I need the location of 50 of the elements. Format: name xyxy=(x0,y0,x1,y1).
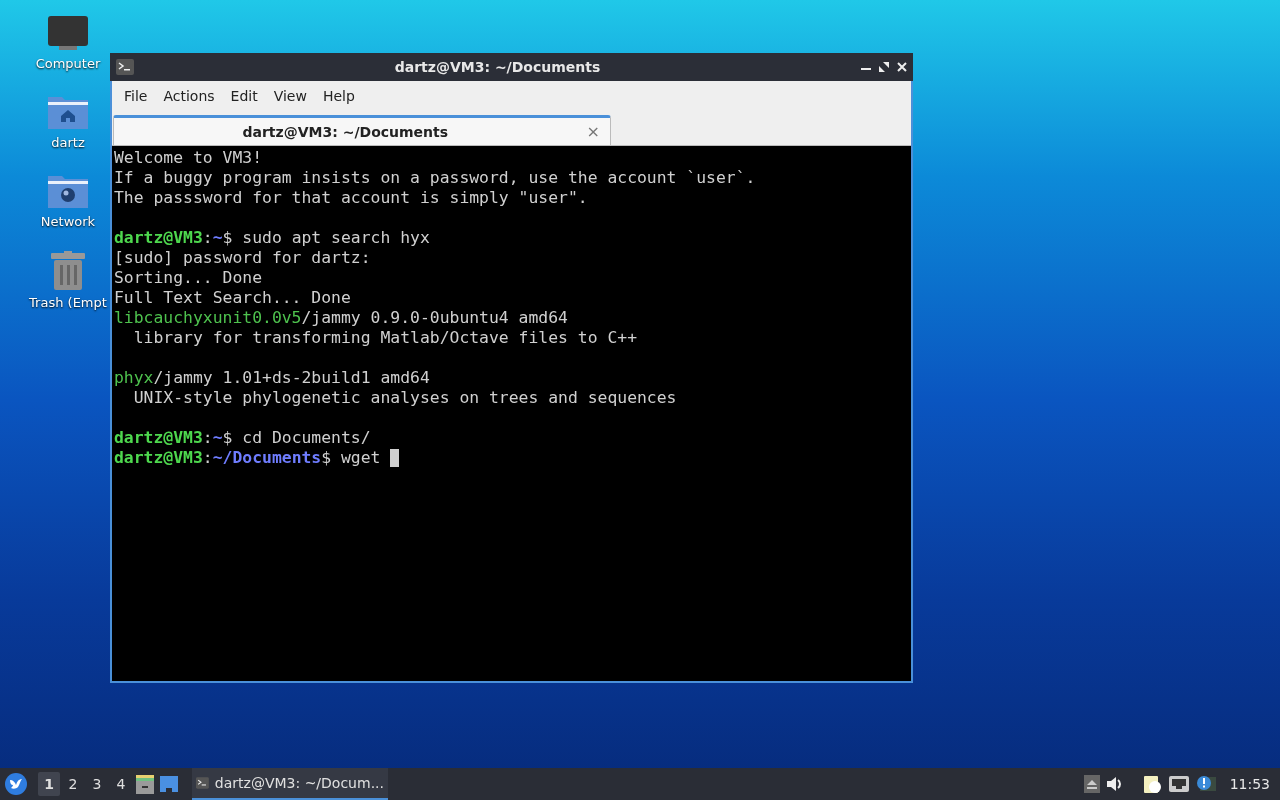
menu-item[interactable]: Edit xyxy=(222,88,266,104)
package-name: phyx xyxy=(114,368,154,388)
prompt-user: dartz@VM3 xyxy=(114,228,203,248)
menu-item[interactable]: File xyxy=(116,88,156,104)
tab-close-button[interactable]: × xyxy=(576,122,610,141)
terminal-text: $ sudo apt search hyx xyxy=(222,228,430,248)
terminal-text: $ wget xyxy=(321,448,382,468)
terminal-text: UNIX-style phylogenetic analyses on trees and sequences xyxy=(132,388,677,408)
prompt-user: dartz@VM3 xyxy=(114,428,203,448)
monitor-icon xyxy=(47,14,89,52)
desktop-icon-label[interactable]: Network xyxy=(40,214,96,229)
clock[interactable]: 11:53 xyxy=(1219,776,1276,792)
start-menu-icon[interactable] xyxy=(4,772,28,796)
terminal-text: : xyxy=(202,448,213,468)
terminal-text: [sudo] password for dartz: xyxy=(114,248,371,268)
terminal-text: library for transforming Matlab/Octave files to C++ xyxy=(132,328,637,348)
package-name: libcauchyxunit0.0v5 xyxy=(114,308,302,328)
terminal-text: : xyxy=(202,228,213,248)
eject-icon[interactable] xyxy=(1081,773,1102,795)
menu-item[interactable]: View xyxy=(265,88,315,104)
maximize-icon[interactable] xyxy=(879,62,889,72)
workspace-button[interactable]: 4 xyxy=(110,772,132,796)
show-desktop-icon[interactable] xyxy=(158,773,180,795)
file-cabinet-icon[interactable] xyxy=(134,773,156,795)
terminal-text: Sorting... Done xyxy=(114,268,263,288)
close-icon[interactable] xyxy=(897,62,907,72)
workspace-button[interactable]: 2 xyxy=(62,772,84,796)
taskbar-task-button[interactable]: dartz@VM3: ~/Docum... xyxy=(192,768,388,800)
tab-label: dartz@VM3: ~/Documents xyxy=(241,123,450,140)
terminal-icon xyxy=(196,775,209,791)
terminal-text: Welcome to VM3! xyxy=(114,148,263,168)
terminal-icon xyxy=(116,59,134,75)
window-title: dartz@VM3: ~/Documents xyxy=(393,59,602,75)
terminal-text: /jammy 0.9.0-0ubuntu4 amd64 xyxy=(301,308,568,328)
terminal-text: /jammy 1.01+ds-2build1 amd64 xyxy=(153,368,430,388)
terminal-text: If a buggy program insists on a password, use the account `user`. xyxy=(114,168,756,188)
prompt-user: dartz@VM3 xyxy=(114,448,203,468)
terminal-text: The passsword for that account is simply "user". xyxy=(114,188,588,208)
workspace-button[interactable]: 1 xyxy=(38,772,60,796)
terminal-text: : xyxy=(202,428,213,448)
terminal-text: Full Text Search... Done xyxy=(114,288,351,308)
menu-item[interactable]: Help xyxy=(314,88,363,104)
prompt-path: ~ xyxy=(212,228,223,248)
workspace-button[interactable]: 3 xyxy=(86,772,108,796)
prompt-path: ~ xyxy=(212,428,223,448)
prompt-path: ~/Documents xyxy=(212,448,322,468)
terminal-tab[interactable]: dartz@VM3: ~/Documents × xyxy=(113,115,611,145)
terminal-text: $ cd Documents/ xyxy=(222,428,371,448)
desktop-icon-label[interactable]: Trash (Empt xyxy=(29,295,107,310)
menu-item[interactable]: Actions xyxy=(155,88,223,104)
